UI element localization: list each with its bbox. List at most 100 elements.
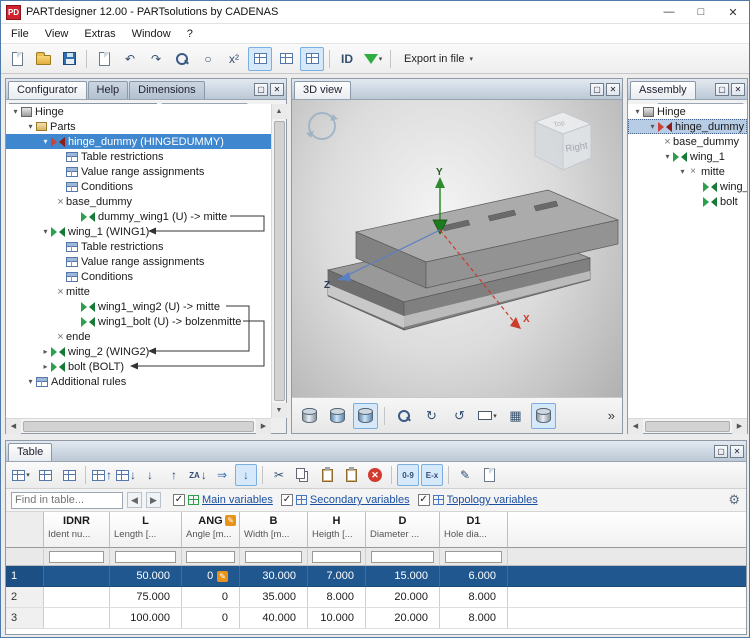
expander-icon[interactable]: ▸ bbox=[40, 347, 51, 356]
redo-button[interactable]: ↷ bbox=[144, 47, 168, 71]
cell-l[interactable]: 50.000 bbox=[110, 566, 182, 587]
document-properties-button[interactable] bbox=[92, 47, 116, 71]
paste-button[interactable] bbox=[316, 464, 338, 486]
table-view-button-1[interactable] bbox=[248, 47, 272, 71]
insert-row-below-button[interactable]: ↓ bbox=[115, 464, 137, 486]
cell-ang[interactable]: 0 bbox=[182, 587, 240, 608]
configurator-item-conditions[interactable]: Conditions bbox=[6, 179, 271, 194]
checkbox-topology-variables[interactable]: ✓ bbox=[418, 494, 430, 506]
configurator-item-value-range-assignments[interactable]: Value range assignments bbox=[6, 164, 271, 179]
expander-icon[interactable]: ▾ bbox=[25, 377, 36, 386]
expander-icon[interactable]: × bbox=[55, 196, 66, 208]
filter-input-ang[interactable] bbox=[186, 551, 234, 563]
new-table-button[interactable] bbox=[34, 464, 56, 486]
configurator-item-hinge[interactable]: ▾Hinge bbox=[6, 104, 271, 119]
expander-icon[interactable]: ▾ bbox=[25, 122, 36, 131]
save-button[interactable] bbox=[57, 47, 81, 71]
filter-input-h[interactable] bbox=[312, 551, 360, 563]
scroll-thumb[interactable] bbox=[23, 421, 254, 432]
configurator-item-additional-rules[interactable]: ▾Additional rules bbox=[6, 374, 271, 389]
filter-input-idnr[interactable] bbox=[49, 551, 104, 563]
assembly-float-button[interactable]: ▢ bbox=[715, 83, 729, 96]
tab-configurator[interactable]: Configurator bbox=[8, 81, 87, 99]
expander-icon[interactable]: ▾ bbox=[632, 107, 643, 116]
scroll-up-arrow[interactable]: ▲ bbox=[272, 104, 287, 119]
table-options-button[interactable]: ▾ bbox=[10, 464, 32, 486]
filter-input-d[interactable] bbox=[371, 551, 433, 563]
row-details-button[interactable] bbox=[478, 464, 500, 486]
configurator-item-wing1-wing2-u-mitte[interactable]: wing1_wing2 (U) -> mitte bbox=[6, 299, 271, 314]
assembly-close-button[interactable]: ✕ bbox=[731, 83, 745, 96]
filter-label-secondary-variables[interactable]: Secondary variables bbox=[310, 494, 410, 506]
expander-icon[interactable]: ▾ bbox=[40, 137, 51, 146]
configurator-float-button[interactable]: ▢ bbox=[254, 83, 268, 96]
expander-icon[interactable]: ▸ bbox=[40, 362, 51, 371]
configurator-item-wing-2-wing2[interactable]: ▸wing_2 (WING2) bbox=[6, 344, 271, 359]
table-float-button[interactable]: ▢ bbox=[714, 445, 728, 458]
apply-row-button[interactable]: ↓ bbox=[235, 464, 257, 486]
table-view-button-3[interactable] bbox=[300, 47, 324, 71]
menu-file[interactable]: File bbox=[3, 26, 37, 42]
assembly-item-bolt[interactable]: bolt bbox=[628, 194, 747, 209]
configurator-item-wing1-bolt-u-bolzenmitte[interactable]: wing1_bolt (U) -> bolzenmitte bbox=[6, 314, 271, 329]
copy-button[interactable] bbox=[292, 464, 314, 486]
id-button[interactable]: ID bbox=[335, 47, 359, 71]
menu-extras[interactable]: Extras bbox=[76, 26, 123, 42]
scroll-right-arrow[interactable]: ▶ bbox=[256, 419, 271, 434]
menu-window[interactable]: Window bbox=[124, 26, 179, 42]
cell-h[interactable]: 8.000 bbox=[308, 587, 366, 608]
spin-view-button[interactable]: ↺ bbox=[447, 403, 472, 429]
configurator-item-value-range-assignments[interactable]: Value range assignments bbox=[6, 254, 271, 269]
configurator-horizontal-scrollbar[interactable]: ◀ ▶ bbox=[6, 418, 271, 433]
assembly-item-wing-1[interactable]: ▾wing_1 bbox=[628, 149, 747, 164]
variables-button[interactable]: x² bbox=[222, 47, 246, 71]
paste-special-button[interactable] bbox=[340, 464, 362, 486]
expander-icon[interactable]: ▾ bbox=[677, 167, 688, 176]
configurator-item-dummy-wing1-u-mitte[interactable]: dummy_wing1 (U) -> mitte bbox=[6, 209, 271, 224]
table-row-1[interactable]: 150.0000✎30.0007.00015.0006.000 bbox=[6, 566, 746, 587]
cell-d1[interactable]: 8.000 bbox=[440, 587, 508, 608]
column-header-ang[interactable]: ANGAngle [m...✎ bbox=[182, 512, 240, 548]
expander-icon[interactable]: ▾ bbox=[662, 152, 673, 161]
new-file-button[interactable] bbox=[5, 47, 29, 71]
insert-row-above-button[interactable]: ↑ bbox=[91, 464, 113, 486]
move-row-down-button[interactable]: ↓ bbox=[139, 464, 161, 486]
cell-d[interactable]: 20.000 bbox=[366, 608, 440, 629]
configurator-close-button[interactable]: ✕ bbox=[270, 83, 284, 96]
update-dropdown-button[interactable]: ▾ bbox=[361, 47, 385, 71]
cell-idnr[interactable] bbox=[44, 608, 110, 629]
menu-help[interactable]: ? bbox=[179, 26, 201, 42]
row-number[interactable]: 2 bbox=[6, 587, 44, 608]
cell-d1[interactable]: 8.000 bbox=[440, 608, 508, 629]
minimize-button[interactable]: — bbox=[653, 1, 685, 23]
cell-idnr[interactable] bbox=[44, 566, 110, 587]
assembly-item-hinge[interactable]: ▾Hinge bbox=[628, 104, 747, 119]
find-previous-button[interactable]: ◀ bbox=[127, 492, 142, 508]
filter-label-topology-variables[interactable]: Topology variables bbox=[447, 494, 538, 506]
sketcher-button[interactable]: ○ bbox=[196, 47, 220, 71]
sort-rows-button[interactable]: ZA↓ bbox=[187, 464, 209, 486]
measure-button[interactable]: ▾ bbox=[475, 403, 500, 429]
configurator-item-table-restrictions[interactable]: Table restrictions bbox=[6, 239, 271, 254]
expander-icon[interactable]: ▾ bbox=[10, 107, 21, 116]
cell-d[interactable]: 20.000 bbox=[366, 587, 440, 608]
tab-assembly[interactable]: Assembly bbox=[630, 81, 696, 99]
checkbox-secondary-variables[interactable]: ✓ bbox=[281, 494, 293, 506]
assembly-item-mitte[interactable]: ▾×mitte bbox=[628, 164, 747, 179]
configurator-item-wing-1-wing1[interactable]: ▾wing_1 (WING1) bbox=[6, 224, 271, 239]
checkbox-main-variables[interactable]: ✓ bbox=[173, 494, 185, 506]
move-row-up-button[interactable]: ↑ bbox=[163, 464, 185, 486]
goto-row-button[interactable]: ⇒ bbox=[211, 464, 233, 486]
expander-icon[interactable]: × bbox=[55, 331, 66, 343]
filter-label-main-variables[interactable]: Main variables bbox=[202, 494, 273, 506]
configurator-vertical-scrollbar[interactable]: ▲ ▼ bbox=[271, 104, 286, 418]
cell-ang[interactable]: 0✎ bbox=[182, 566, 240, 587]
column-header-idnr[interactable]: IDNRIdent nu... bbox=[44, 512, 110, 548]
column-header-l[interactable]: LLength [... bbox=[110, 512, 182, 548]
column-header-b[interactable]: BWidth [m... bbox=[240, 512, 308, 548]
assembly-item-hinge-dummy[interactable]: ▾hinge_dummy bbox=[628, 119, 747, 134]
tab-help[interactable]: Help bbox=[88, 81, 129, 99]
expander-icon[interactable]: × bbox=[662, 136, 673, 148]
display-transparent-button[interactable] bbox=[325, 403, 350, 429]
table-close-button[interactable]: ✕ bbox=[730, 445, 744, 458]
